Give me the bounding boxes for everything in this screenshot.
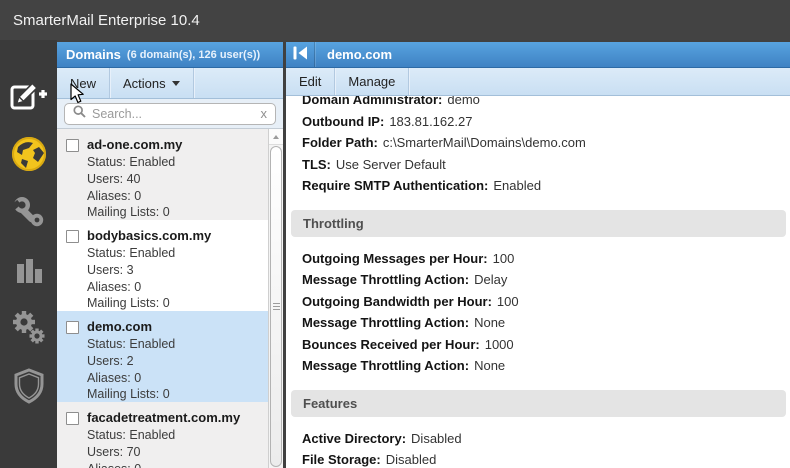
shield-icon (11, 367, 47, 410)
domain-list-scrollbar[interactable] (268, 129, 283, 468)
domain-status: Status: Enabled (87, 246, 176, 260)
edit-button[interactable]: Edit (286, 68, 336, 95)
compose-new-icon (10, 81, 48, 116)
caret-down-icon (171, 80, 180, 86)
scrollbar-thumb[interactable] (270, 146, 282, 467)
search-icon (73, 104, 86, 123)
detail-panel-title: demo.com (327, 47, 393, 62)
domain-status: Status: Enabled (87, 155, 176, 169)
domain-users: Users: 40 (87, 171, 141, 186)
domains-count: (6 domain(s), 126 user(s)) (126, 48, 261, 61)
domain-name: facadetreatment.com.my (87, 410, 241, 425)
detail-row: Message Throttling Action: None (302, 315, 506, 330)
sidebar-item-tools[interactable] (8, 193, 50, 235)
domain-users: Users: 2 (87, 353, 134, 368)
detail-panel: demo.com Edit Manage Domain Administrato… (283, 42, 790, 468)
domain-detail-content: Domain Administrator: demo Outbound IP: 18… (286, 96, 790, 468)
detail-row: Folder Path: c:\SmarterMail\Domains\demo.… (302, 135, 586, 150)
domain-aliases: Aliases: 0 (87, 279, 142, 294)
sidebar-item-domains[interactable] (8, 135, 50, 177)
detail-row: TLS: Use Server Default (302, 156, 446, 172)
gears-icon (10, 309, 48, 352)
search-clear-icon[interactable]: x (261, 107, 268, 120)
domains-toolbar: New Actions (57, 68, 283, 99)
domain-checkbox[interactable] (66, 321, 79, 334)
domain-aliases: Aliases: 0 (87, 370, 142, 385)
detail-row: Active Directory: Disabled (302, 430, 462, 446)
domain-aliases: Aliases: 0 (87, 188, 142, 203)
domain-users: Users: 70 (87, 444, 141, 459)
detail-row: Message Throttling Action: None (302, 358, 506, 373)
collapse-left-icon (292, 45, 308, 64)
domain-list-item[interactable]: ad-one.com.my Status: Enabled Users: 40 … (57, 129, 268, 220)
section-header-throttling: Throttling (291, 209, 786, 237)
domains-panel-title: Domains (66, 47, 121, 62)
scrollbar-grip-icon (272, 303, 280, 310)
domain-aliases: Aliases: 0 (87, 461, 240, 468)
detail-row: Bounces Received per Hour: 1000 (302, 336, 514, 352)
icon-sidebar (0, 40, 57, 468)
detail-row: File Storage: Disabled (302, 452, 437, 467)
globe-icon (9, 134, 49, 179)
search-box: x (64, 102, 276, 125)
domain-name: ad-one.com.my (87, 137, 183, 152)
bar-chart-icon (12, 253, 46, 292)
domain-mailing-lists: Mailing Lists: 0 (87, 387, 170, 402)
domains-panel: Domains (6 domain(s), 126 user(s)) New A… (57, 42, 283, 468)
search-input[interactable] (92, 106, 255, 121)
app-title: SmarterMail Enterprise 10.4 (13, 11, 200, 29)
sidebar-item-settings[interactable] (8, 309, 50, 351)
domain-checkbox[interactable] (66, 230, 79, 243)
domain-name: demo.com (87, 319, 153, 334)
domain-checkbox[interactable] (66, 412, 79, 425)
scroll-up-icon (273, 134, 279, 139)
domains-panel-header: Domains (6 domain(s), 126 user(s)) (57, 42, 283, 68)
detail-row: Require SMTP Authentication: Enabled (302, 178, 542, 193)
app-title-bar: SmarterMail Enterprise 10.4 (0, 0, 790, 40)
detail-toolbar: Edit Manage (286, 68, 790, 96)
domain-mailing-lists: Mailing Lists: 0 (87, 296, 170, 311)
wrench-icon (9, 194, 47, 235)
sidebar-item-compose[interactable] (8, 77, 50, 119)
search-row: x (57, 99, 283, 129)
domain-checkbox[interactable] (66, 139, 79, 152)
new-button[interactable]: New (57, 68, 111, 98)
domain-mailing-lists: Mailing Lists: 0 (87, 205, 170, 220)
sidebar-item-reports[interactable] (8, 251, 50, 293)
scrollbar-up-button[interactable] (269, 129, 283, 145)
sidebar-item-security[interactable] (8, 367, 50, 409)
detail-row: Outgoing Messages per Hour: 100 (302, 250, 515, 266)
detail-row: Domain Administrator: demo (302, 96, 480, 107)
domain-list-item[interactable]: facadetreatment.com.my Status: Enabled U… (57, 402, 268, 468)
detail-panel-header: demo.com (286, 42, 790, 68)
detail-row: Outgoing Bandwidth per Hour: 100 (302, 293, 519, 309)
domain-users: Users: 3 (87, 262, 134, 277)
domain-status: Status: Enabled (87, 428, 176, 442)
domain-list-item[interactable]: bodybasics.com.my Status: Enabled Users:… (57, 220, 268, 311)
domain-list: ad-one.com.my Status: Enabled Users: 40 … (57, 129, 283, 468)
actions-button[interactable]: Actions (110, 68, 194, 98)
domain-list-item-selected[interactable]: demo.com Status: Enabled Users: 2 Aliase… (57, 311, 268, 402)
detail-row: Message Throttling Action: Delay (302, 272, 508, 287)
collapse-panel-button[interactable] (286, 42, 315, 67)
section-header-features: Features (291, 389, 786, 417)
domain-name: bodybasics.com.my (87, 228, 212, 243)
domain-status: Status: Enabled (87, 337, 176, 351)
detail-row: Outbound IP: 183.81.162.27 (302, 113, 473, 129)
manage-button[interactable]: Manage (335, 68, 410, 95)
